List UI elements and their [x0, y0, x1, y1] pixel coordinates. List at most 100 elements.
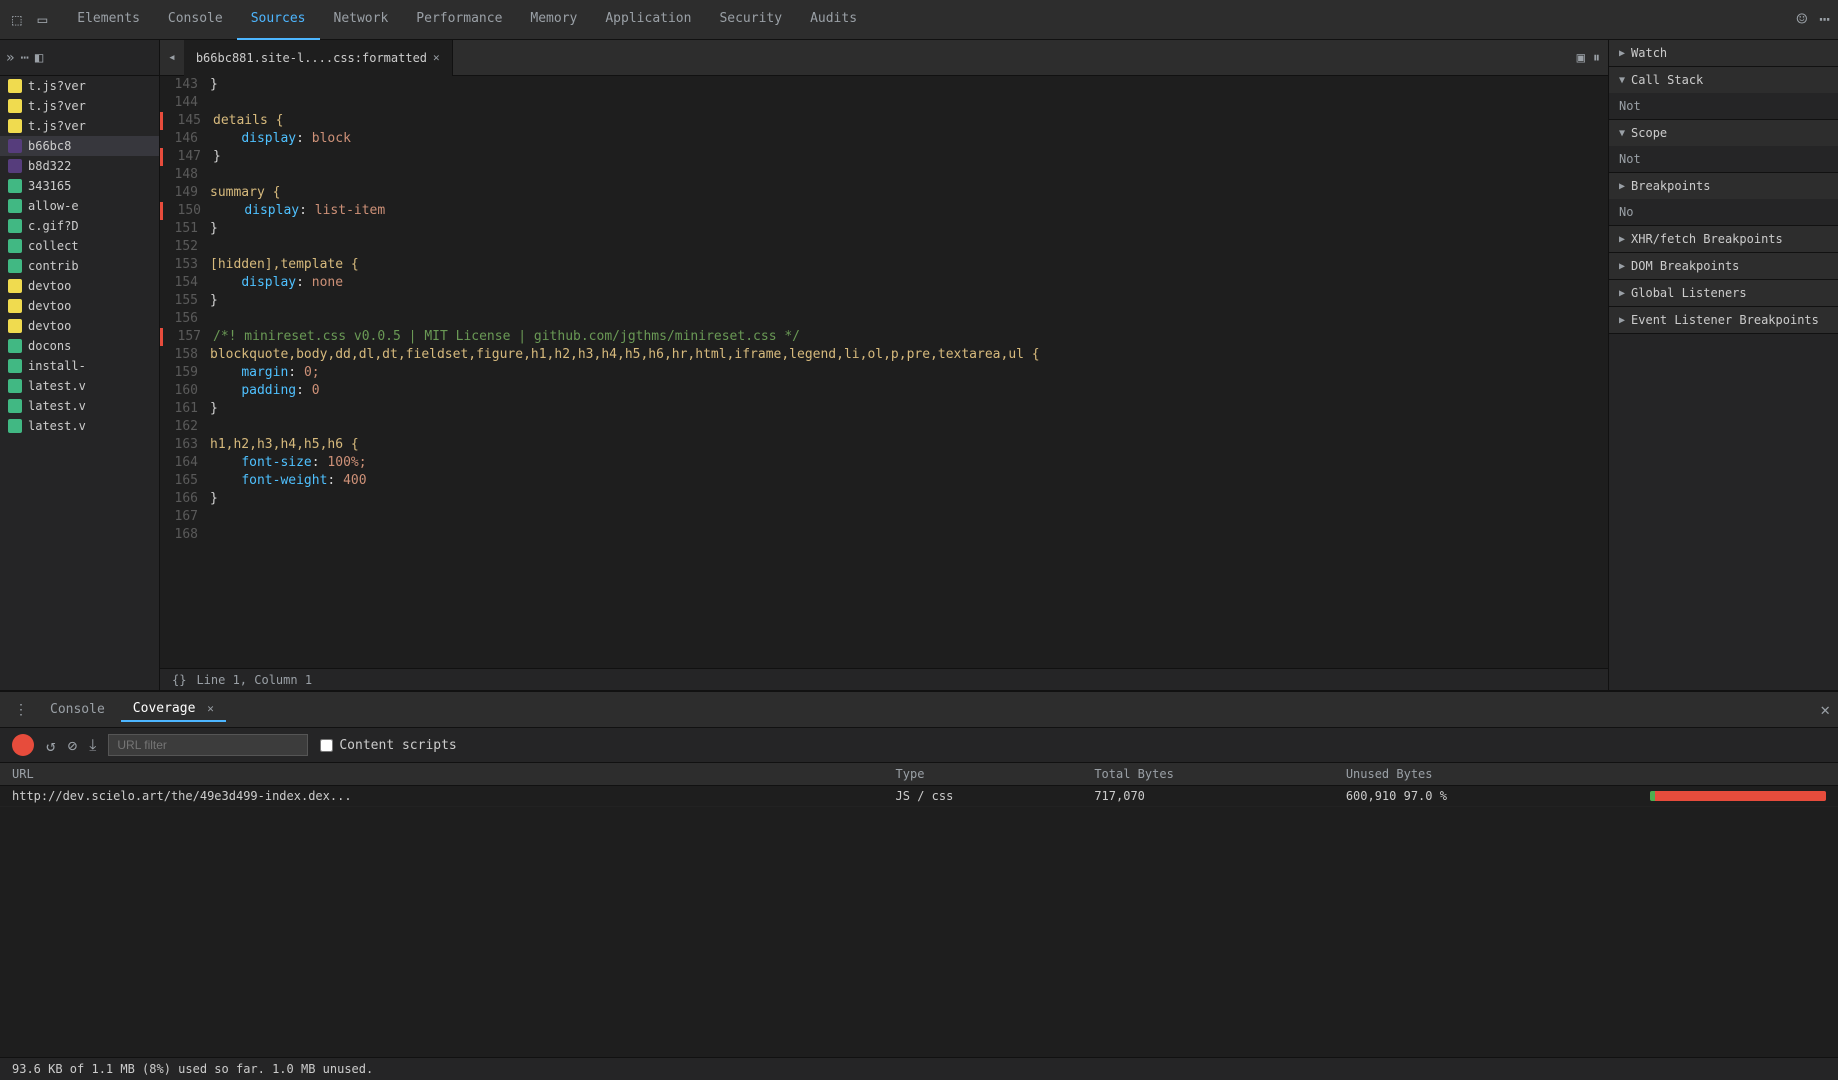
sidebar-file[interactable]: 343165 [0, 176, 159, 196]
line-number: 163 [160, 436, 210, 454]
content-scripts-text: Content scripts [339, 738, 456, 753]
right-section-header[interactable]: ▶Watch [1609, 40, 1838, 66]
sidebar-file[interactable]: t.js?ver [0, 116, 159, 136]
coverage-table[interactable]: URL Type Total Bytes Unused Bytes http:/… [0, 763, 1838, 1057]
clear-coverage-button[interactable]: ⊘ [68, 736, 78, 755]
col-unused[interactable]: Unused Bytes [1334, 763, 1638, 786]
right-section-w: ▶Watch [1609, 40, 1838, 67]
line-number: 149 [160, 184, 210, 202]
code-line: 160 padding: 0 [160, 382, 1608, 400]
right-section-header[interactable]: ▼Call Stack [1609, 67, 1838, 93]
coverage-bar [1638, 786, 1838, 807]
sidebar-file[interactable]: devtoo [0, 276, 159, 296]
sidebar-file[interactable]: b8d322 [0, 156, 159, 176]
editor-tab-close[interactable]: ✕ [433, 51, 440, 64]
line-content: blockquote,body,dd,dl,dt,fieldset,figure… [210, 346, 1608, 364]
section-label: Breakpoints [1631, 179, 1710, 193]
code-scroll[interactable]: 143}144 145details {146 display: block14… [160, 76, 1608, 668]
nav-tab-memory[interactable]: Memory [516, 0, 591, 40]
toggle-panel-icon[interactable]: ◧ [35, 50, 43, 66]
split-editor-icon[interactable]: ▣ [1577, 50, 1585, 66]
bottom-tab-coverage[interactable]: Coverage ✕ [121, 697, 226, 722]
sidebar-file[interactable]: latest.v [0, 416, 159, 436]
sidebar-file[interactable]: collect [0, 236, 159, 256]
sidebar-file[interactable]: allow-e [0, 196, 159, 216]
line-number: 165 [160, 472, 210, 490]
sidebar-file[interactable]: install- [0, 356, 159, 376]
sidebar-file[interactable]: latest.v [0, 396, 159, 416]
code-editor-area: ◂ b66bc881.site-l....css:formatted ✕ ▣ ⏸… [160, 40, 1608, 690]
sidebar-file[interactable]: latest.v [0, 376, 159, 396]
nav-tab-performance[interactable]: Performance [402, 0, 516, 40]
coverage-type: JS / css [884, 786, 1083, 807]
right-section-c: ▼Call StackNot [1609, 67, 1838, 120]
editor-back-icon[interactable]: ◂ [160, 46, 184, 69]
content-scripts-checkbox[interactable] [320, 739, 333, 752]
coverage-row[interactable]: http://dev.scielo.art/the/49e3d499-index… [0, 786, 1838, 807]
line-number: 155 [160, 292, 210, 310]
section-label: Scope [1631, 126, 1667, 140]
nav-tab-security[interactable]: Security [705, 0, 796, 40]
editor-tab-active[interactable]: b66bc881.site-l....css:formatted ✕ [184, 40, 453, 76]
expand-icon[interactable]: » [6, 50, 14, 66]
code-line: 144 [160, 94, 1608, 112]
bracket-icon: {} [172, 673, 186, 687]
sidebar-file[interactable]: b66bc8 [0, 136, 159, 156]
sidebar-file[interactable]: c.gif?D [0, 216, 159, 236]
sidebar-file[interactable]: t.js?ver [0, 76, 159, 96]
col-type[interactable]: Type [884, 763, 1083, 786]
bottom-tab-right: ✕ [1820, 700, 1830, 719]
reload-coverage-button[interactable]: ↺ [46, 736, 56, 755]
nav-tab-audits[interactable]: Audits [796, 0, 871, 40]
bottom-tab-console[interactable]: Console [38, 698, 117, 721]
more-sidebar-icon[interactable]: ⋯ [20, 50, 28, 66]
sidebar-file[interactable]: devtoo [0, 296, 159, 316]
bottom-status: 93.6 KB of 1.1 MB (8%) used so far. 1.0 … [0, 1057, 1838, 1080]
right-section-header[interactable]: ▶Breakpoints [1609, 173, 1838, 199]
sidebar-file[interactable]: docons [0, 336, 159, 356]
section-label: DOM Breakpoints [1631, 259, 1739, 273]
line-number: 162 [160, 418, 210, 436]
code-line: 155} [160, 292, 1608, 310]
nav-tab-application[interactable]: Application [591, 0, 705, 40]
right-sections: ▶Watch▼Call StackNot▼ScopeNot▶Breakpoint… [1609, 40, 1838, 334]
nav-tab-console[interactable]: Console [154, 0, 237, 40]
line-content: [hidden],template { [210, 256, 1608, 274]
close-bottom-icon[interactable]: ✕ [1820, 700, 1830, 719]
download-coverage-button[interactable]: ⤓ [89, 735, 96, 755]
nav-tab-elements[interactable]: Elements [63, 0, 154, 40]
line-content: font-size: 100%; [210, 454, 1608, 472]
pause-icon[interactable]: ⏸ [1593, 50, 1600, 66]
more-options-icon[interactable]: ⋯ [1819, 9, 1830, 30]
right-section-header[interactable]: ▶DOM Breakpoints [1609, 253, 1838, 279]
file-name: devtoo [28, 299, 71, 313]
right-section-header[interactable]: ▶XHR/fetch Breakpoints [1609, 226, 1838, 252]
right-panel: ▶Watch▼Call StackNot▼ScopeNot▶Breakpoint… [1608, 40, 1838, 690]
line-number: 147 [163, 148, 213, 166]
file-icon-doc [8, 199, 22, 213]
line-content: h1,h2,h3,h4,h5,h6 { [210, 436, 1608, 454]
right-section-header[interactable]: ▶Global Listeners [1609, 280, 1838, 306]
line-number: 150 [163, 202, 213, 220]
bottom-more-icon[interactable]: ⋮ [8, 698, 34, 722]
right-section-header[interactable]: ▼Scope [1609, 120, 1838, 146]
coverage-toolbar: ↺ ⊘ ⤓ Content scripts [0, 728, 1838, 763]
record-button[interactable] [12, 734, 34, 756]
line-content [210, 238, 1608, 256]
emoji-icon[interactable]: ☺ [1796, 9, 1807, 30]
content-scripts-label[interactable]: Content scripts [320, 738, 456, 753]
sidebar-file[interactable]: contrib [0, 256, 159, 276]
col-total[interactable]: Total Bytes [1082, 763, 1333, 786]
col-url[interactable]: URL [0, 763, 884, 786]
coverage-tab-close[interactable]: ✕ [207, 702, 214, 715]
nav-tab-sources[interactable]: Sources [237, 0, 320, 40]
sidebar-file[interactable]: devtoo [0, 316, 159, 336]
sidebar-file[interactable]: t.js?ver [0, 96, 159, 116]
right-section-header[interactable]: ▶Event Listener Breakpoints [1609, 307, 1838, 333]
file-icon-doc [8, 339, 22, 353]
device-toolbar-icon[interactable]: ▭ [34, 6, 52, 33]
url-filter-input[interactable] [108, 734, 308, 756]
line-content: display: block [210, 130, 1608, 148]
nav-tab-network[interactable]: Network [320, 0, 403, 40]
select-element-icon[interactable]: ⬚ [8, 6, 26, 33]
